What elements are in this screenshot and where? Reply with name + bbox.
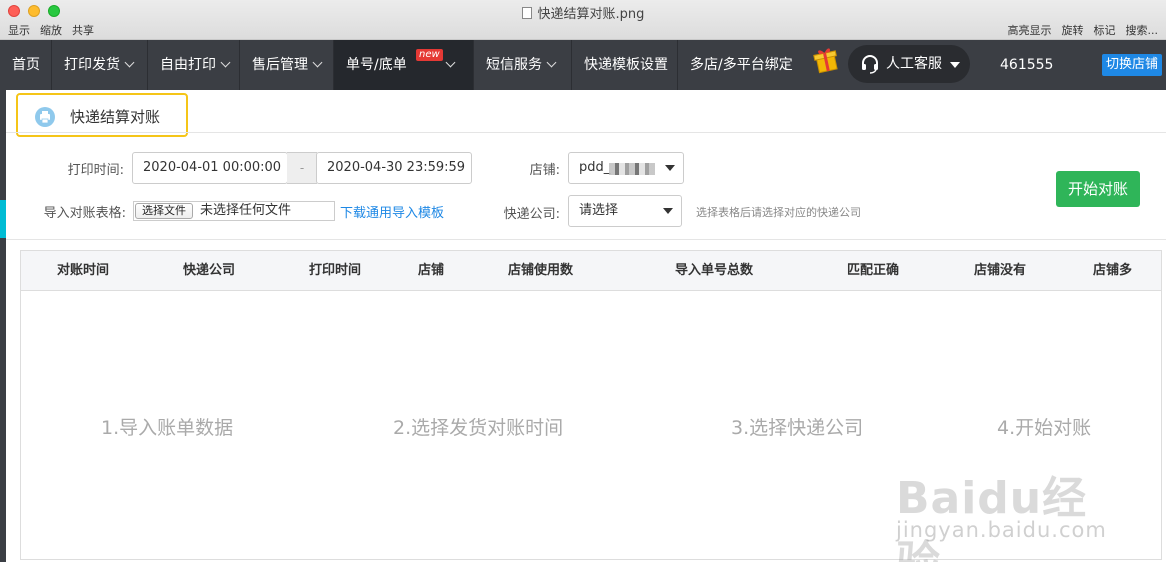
nav-after-sales[interactable]: 售后管理 <box>240 40 334 90</box>
column-header: 导入单号总数 <box>675 263 754 278</box>
caret-down-icon <box>665 165 675 171</box>
page-title: 快递结算对账 <box>70 108 161 126</box>
user-id: 461555 <box>1000 57 1054 73</box>
image-file-icon <box>521 7 532 19</box>
column-header: 店铺多 <box>1093 263 1133 278</box>
nav-label: 单号/底单 <box>346 57 407 73</box>
caret-down-icon <box>663 208 673 214</box>
step-hint-import: 1.导入账单数据 <box>101 417 234 439</box>
customer-service-button[interactable]: 人工客服 <box>848 45 970 83</box>
courier-hint: 选择表格后请选择对应的快递公司 <box>696 206 861 219</box>
table-header: 对账时间 快递公司 打印时间 店铺 店铺使用数 导入单号总数 匹配正确 店铺没有… <box>21 251 1161 291</box>
courier-label: 快递公司: <box>503 207 560 222</box>
window-title: 快递结算对账.png <box>0 3 1166 22</box>
nav-multi-shop[interactable]: 多店/多平台绑定 <box>678 40 808 90</box>
window-titlebar: 快递结算对账.png 显示 缩放 共享 高亮显示 旋转 标记 搜索... <box>0 0 1166 40</box>
column-header: 店铺没有 <box>974 263 1027 278</box>
redacted-mosaic <box>609 163 655 175</box>
gift-icon[interactable] <box>812 46 840 74</box>
chevron-down-icon <box>312 57 323 68</box>
main-navbar: 首页 打印发货 自由打印 售后管理 单号/底单 new 短信服务 快递模板设置 多… <box>0 40 1166 90</box>
column-header: 打印时间 <box>309 263 362 278</box>
divider <box>6 132 1166 133</box>
column-header: 店铺使用数 <box>508 263 574 278</box>
menu-highlight[interactable]: 高亮显示 <box>1008 24 1052 37</box>
menu-share[interactable]: 共享 <box>72 24 94 37</box>
nav-tracking-records[interactable]: 单号/底单 new <box>334 40 474 90</box>
nav-label: 打印发货 <box>64 57 120 73</box>
shop-label: 店铺: <box>529 163 560 178</box>
nav-free-print[interactable]: 自由打印 <box>148 40 240 90</box>
printer-icon <box>35 107 55 127</box>
menu-zoom[interactable]: 缩放 <box>40 24 62 37</box>
menu-search[interactable]: 搜索... <box>1126 24 1159 37</box>
end-time-input[interactable]: 2020-04-30 23:59:59 <box>316 152 472 184</box>
nav-label: 快递模板设置 <box>584 57 668 73</box>
download-template-link[interactable]: 下载通用导入模板 <box>340 202 444 221</box>
nav-label: 短信服务 <box>486 57 542 73</box>
nav-home[interactable]: 首页 <box>0 40 52 90</box>
watermark-brand: Baidu经验 <box>896 473 1088 562</box>
shop-select-value: pdd_ <box>579 160 611 175</box>
column-header: 店铺 <box>418 263 445 278</box>
menu-markup[interactable]: 标记 <box>1094 24 1116 37</box>
step-hint-courier: 3.选择快递公司 <box>731 417 864 439</box>
window-title-text: 快递结算对账.png <box>537 7 645 22</box>
nav-template-settings[interactable]: 快递模板设置 <box>572 40 678 90</box>
start-reconcile-button[interactable]: 开始对账 <box>1056 171 1140 207</box>
left-sidebar-strip <box>0 90 6 562</box>
column-header: 对账时间 <box>57 263 110 278</box>
file-upload-field: 选择文件 未选择任何文件 <box>133 201 335 221</box>
new-badge: new <box>416 49 443 61</box>
menu-show[interactable]: 显示 <box>8 24 30 37</box>
baidu-watermark: Baidu经验 jingyan.baidu.com <box>896 462 1108 562</box>
chevron-down-icon <box>445 57 456 68</box>
caret-down-icon <box>950 62 960 68</box>
chevron-down-icon <box>546 57 557 68</box>
file-status-text: 未选择任何文件 <box>200 203 292 218</box>
nav-label: 多店/多平台绑定 <box>690 57 793 73</box>
courier-select[interactable]: 请选择 <box>568 195 682 227</box>
customer-service-label: 人工客服 <box>886 56 942 72</box>
headset-icon <box>862 55 878 74</box>
choose-file-button[interactable]: 选择文件 <box>135 203 193 219</box>
step-hint-time: 2.选择发货对账时间 <box>393 417 564 439</box>
import-table-label: 导入对账表格: <box>43 206 126 221</box>
divider <box>6 239 1166 240</box>
switch-shop-button[interactable]: 切换店铺 <box>1102 54 1163 76</box>
courier-select-value: 请选择 <box>579 203 619 218</box>
viewer-menu-left: 显示 缩放 共享 <box>8 22 104 38</box>
viewer-menu-right: 高亮显示 旋转 标记 搜索... <box>998 22 1159 38</box>
nav-label: 售后管理 <box>252 57 308 73</box>
page-tab-settlement[interactable]: 快递结算对账 <box>16 93 188 137</box>
date-range-separator: - <box>287 152 317 184</box>
step-hint-start: 4.开始对账 <box>997 417 1092 439</box>
sidebar-accent <box>0 200 6 238</box>
nav-label: 自由打印 <box>160 57 216 73</box>
chevron-down-icon <box>220 57 231 68</box>
nav-label: 首页 <box>12 57 40 73</box>
nav-print-ship[interactable]: 打印发货 <box>52 40 148 90</box>
watermark-url: jingyan.baidu.com <box>896 518 1107 542</box>
column-header: 匹配正确 <box>847 263 900 278</box>
shop-select[interactable]: pdd_ <box>568 152 684 184</box>
start-time-input[interactable]: 2020-04-01 00:00:00 <box>132 152 288 184</box>
print-time-label: 打印时间: <box>67 163 124 178</box>
nav-sms-service[interactable]: 短信服务 <box>474 40 572 90</box>
column-header: 快递公司 <box>183 263 236 278</box>
menu-rotate[interactable]: 旋转 <box>1062 24 1084 37</box>
chevron-down-icon <box>124 57 135 68</box>
